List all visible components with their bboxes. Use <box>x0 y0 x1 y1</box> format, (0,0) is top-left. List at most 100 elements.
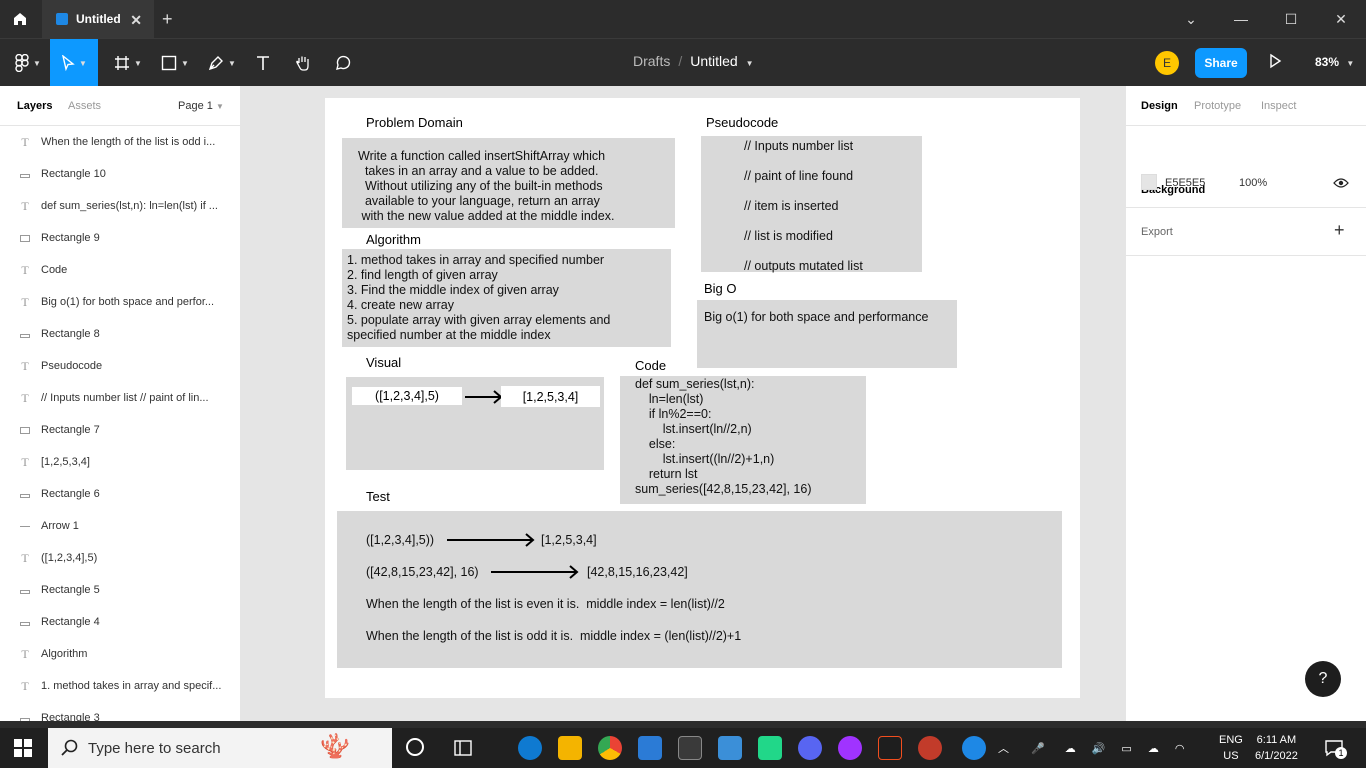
move-tool[interactable]: ▼ <box>50 39 98 87</box>
code-text[interactable]: def sum_series(lst,n): ln=len(lst) if ln… <box>635 377 812 497</box>
layer-item[interactable]: T ([1,2,3,4],5) <box>0 542 240 574</box>
zoom-menu[interactable]: 83% ▼ <box>1315 55 1354 69</box>
problem-domain-title[interactable]: Problem Domain <box>366 115 463 130</box>
new-tab-button[interactable]: + <box>162 9 173 30</box>
code-title[interactable]: Code <box>635 358 666 373</box>
task-view-icon[interactable] <box>454 740 472 761</box>
add-export-icon[interactable]: + <box>1334 220 1345 241</box>
arrow[interactable] <box>463 389 505 405</box>
main-menu-button[interactable]: ▼ <box>8 39 48 87</box>
design-frame[interactable]: Problem Domain Write a function called i… <box>325 98 1080 698</box>
layer-item[interactable]: Rectangle 8 <box>0 318 240 350</box>
hand-tool[interactable] <box>290 39 316 87</box>
present-button[interactable] <box>1268 53 1282 74</box>
pen-tool[interactable]: ▼ <box>202 39 242 87</box>
chevron-up-icon[interactable]: ︿ <box>998 740 1009 756</box>
algorithm-title[interactable]: Algorithm <box>366 232 421 247</box>
messenger-icon[interactable] <box>838 736 862 760</box>
pycharm-icon[interactable] <box>758 736 782 760</box>
page-selector[interactable]: Page 1 ▼ <box>178 100 224 112</box>
layer-item[interactable]: Tdef sum_series(lst,n): ln=len(lst) if .… <box>0 190 240 222</box>
test-row2-output[interactable]: [42,8,15,16,23,42] <box>587 565 688 580</box>
pseudocode-line[interactable]: // outputs mutated list <box>744 259 863 274</box>
arrow[interactable] <box>489 564 581 580</box>
tab-inspect[interactable]: Inspect <box>1261 100 1296 112</box>
maximize-button[interactable]: ☐ <box>1266 0 1316 38</box>
battery-icon[interactable]: ▭ <box>1121 742 1131 755</box>
test-even-note[interactable]: When the length of the list is even it i… <box>366 597 725 612</box>
minimize-button[interactable]: — <box>1216 0 1266 38</box>
visual-title[interactable]: Visual <box>366 355 401 370</box>
algorithm-text[interactable]: 1. method takes in array and specified n… <box>347 253 610 343</box>
test-row2-input[interactable]: ([42,8,15,23,42], 16) <box>366 565 479 580</box>
layer-item[interactable]: Rectangle 9 <box>0 222 240 254</box>
layer-item[interactable]: T Code <box>0 254 240 286</box>
pseudocode-line[interactable]: // Inputs number list <box>744 139 853 154</box>
comment-tool[interactable] <box>330 39 356 87</box>
layer-item[interactable]: T // Inputs number list // paint of lin..… <box>0 382 240 414</box>
problem-domain-text[interactable]: Write a function called insertShiftArray… <box>358 149 614 224</box>
visual-output[interactable]: [1,2,5,3,4] <box>501 386 600 407</box>
layer-item[interactable]: Arrow 1 <box>0 510 240 542</box>
visual-input[interactable]: ([1,2,3,4],5) <box>352 387 462 405</box>
pseudocode-line[interactable]: // list is modified <box>744 229 833 244</box>
edge-icon[interactable] <box>518 736 542 760</box>
close-tab-icon[interactable]: ✕ <box>130 12 142 29</box>
layer-item[interactable]: T Big o(1) for both space and perfor... <box>0 286 240 318</box>
test-row1-output[interactable]: [1,2,5,3,4] <box>541 533 597 548</box>
background-hex[interactable]: E5E5E5 <box>1165 177 1205 189</box>
layer-item[interactable]: T Pseudocode <box>0 350 240 382</box>
text-tool[interactable] <box>250 39 276 87</box>
notification-button[interactable]: 1 <box>1325 739 1347 762</box>
terminal-icon[interactable] <box>678 736 702 760</box>
share-button[interactable]: Share <box>1195 48 1247 78</box>
layer-item[interactable]: Rectangle 10 <box>0 158 240 190</box>
cortana-icon[interactable] <box>406 738 424 756</box>
vscode-icon[interactable] <box>638 736 662 760</box>
layer-item[interactable]: T Algorithm <box>0 638 240 670</box>
microphone-icon[interactable]: 🎤 <box>1031 742 1045 755</box>
avatar[interactable]: E <box>1155 51 1179 75</box>
chrome-icon[interactable] <box>598 736 622 760</box>
file-explorer-icon[interactable] <box>558 736 582 760</box>
cloud-icon[interactable]: ☁ <box>1065 742 1076 755</box>
layer-item[interactable]: Rectangle 4 <box>0 606 240 638</box>
help-button[interactable]: ? <box>1305 661 1341 697</box>
arrow[interactable] <box>445 532 537 548</box>
language-indicator[interactable]: ENG US <box>1219 732 1243 764</box>
home-button[interactable] <box>0 0 40 38</box>
test-title[interactable]: Test <box>366 489 390 504</box>
background-swatch[interactable] <box>1141 174 1157 190</box>
bigo-text[interactable]: Big o(1) for both space and performance <box>704 310 928 325</box>
tab-design[interactable]: Design <box>1141 100 1178 112</box>
photos-icon[interactable] <box>718 736 742 760</box>
tab-prototype[interactable]: Prototype <box>1194 100 1241 112</box>
breadcrumb-file[interactable]: Untitled <box>690 53 737 69</box>
layer-item[interactable]: Rectangle 7 <box>0 414 240 446</box>
volume-icon[interactable]: 🔊 <box>1092 742 1106 755</box>
breadcrumb-project[interactable]: Drafts <box>633 53 670 69</box>
layer-item[interactable]: T [1,2,5,3,4] <box>0 446 240 478</box>
frame-tool[interactable]: ▼ <box>108 39 148 87</box>
layer-item[interactable]: T When the length of the list is odd i... <box>0 126 240 158</box>
help-app-icon[interactable] <box>962 736 986 760</box>
close-window-button[interactable]: ✕ <box>1316 0 1366 38</box>
onedrive-icon[interactable]: ☁ <box>1148 742 1159 755</box>
pseudocode-line[interactable]: // item is inserted <box>744 199 838 214</box>
bigo-title[interactable]: Big O <box>704 281 737 296</box>
background-opacity[interactable]: 100% <box>1239 177 1267 189</box>
shape-tool[interactable]: ▼ <box>155 39 195 87</box>
start-button[interactable] <box>14 739 32 762</box>
tab-assets[interactable]: Assets <box>68 100 101 112</box>
layer-item[interactable]: Rectangle 6 <box>0 478 240 510</box>
canvas[interactable]: Problem Domain Write a function called i… <box>241 86 1125 721</box>
layer-item[interactable]: T 1. method takes in array and specif... <box>0 670 240 702</box>
chevron-down-icon[interactable]: ⌄ <box>1166 0 1216 38</box>
spider-app-icon[interactable] <box>918 736 942 760</box>
eye-icon[interactable] <box>1333 177 1349 189</box>
wifi-icon[interactable]: ◠ <box>1175 742 1185 755</box>
layer-item[interactable]: Rectangle 3 <box>0 702 240 721</box>
tab-layers[interactable]: Layers <box>17 100 52 112</box>
test-row1-input[interactable]: ([1,2,3,4],5)) <box>366 533 434 548</box>
discord-icon[interactable] <box>798 736 822 760</box>
